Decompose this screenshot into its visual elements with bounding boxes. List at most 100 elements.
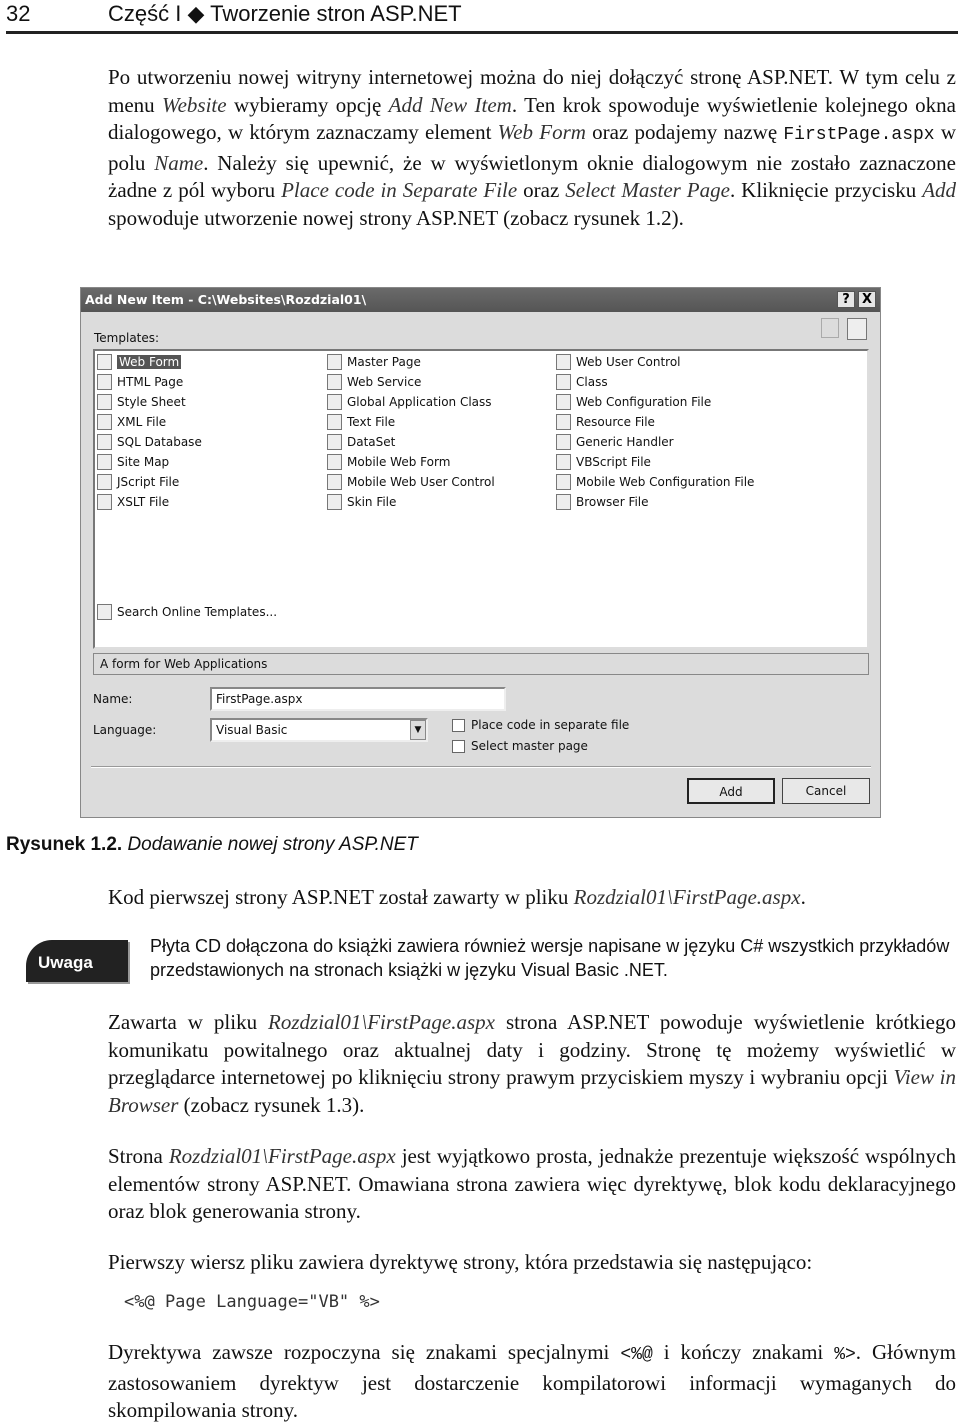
template-file-icon <box>556 374 571 390</box>
template-item[interactable]: SQL Database <box>97 433 202 451</box>
cancel-button[interactable]: Cancel <box>782 778 870 804</box>
template-label: Browser File <box>576 495 649 509</box>
template-item[interactable]: Web Configuration File <box>556 393 711 411</box>
emphasis-text: Rozdzial01\FirstPage.aspx <box>168 1144 396 1168</box>
text: oraz podajemy nazwę <box>585 120 784 144</box>
text: Kod pierwszej strony ASP.NET został zawa… <box>108 885 574 909</box>
template-file-icon <box>556 354 571 370</box>
text: spowoduje utworzenie nowej strony ASP.NE… <box>108 205 684 230</box>
text: oraz <box>517 178 566 202</box>
template-label: Skin File <box>347 495 397 509</box>
add-new-item-dialog: Add New Item - C:\Websites\Rozdzial01\ ?… <box>80 287 881 818</box>
template-label: Site Map <box>117 455 170 469</box>
template-item[interactable]: Resource File <box>556 413 655 431</box>
template-item[interactable]: Web Service <box>327 373 421 391</box>
template-file-icon <box>327 494 342 510</box>
template-file-icon <box>556 434 571 450</box>
text: . <box>800 885 806 909</box>
template-file-icon <box>327 354 342 370</box>
template-item[interactable]: Master Page <box>327 353 421 371</box>
page-header: 32 Część I ◆ Tworzenie stron ASP.NET <box>6 0 958 34</box>
template-file-icon <box>327 394 342 410</box>
chevron-down-icon[interactable]: ▼ <box>410 720 426 740</box>
name-input[interactable]: FirstPage.aspx <box>210 687 506 711</box>
text: Zawarta w pliku <box>108 1010 269 1034</box>
template-file-icon <box>556 494 571 510</box>
template-item[interactable]: Web Form <box>97 353 182 371</box>
add-button[interactable]: Add <box>687 778 775 804</box>
template-item[interactable]: Mobile Web Configuration File <box>556 473 754 491</box>
note-text: Płyta CD dołączona do książki zawiera ró… <box>150 936 950 980</box>
small-icons-view-icon[interactable] <box>847 318 867 340</box>
template-label: DataSet <box>347 435 396 449</box>
select-master-label: Select master page <box>471 739 588 753</box>
text: . Kliknięcie przycisku <box>729 178 923 202</box>
emphasis-text: Place code in Separate File <box>281 178 518 202</box>
template-file-icon <box>97 414 112 430</box>
language-select[interactable]: Visual Basic ▼ <box>210 718 428 742</box>
template-item[interactable]: XSLT File <box>97 493 169 511</box>
template-file-icon <box>556 394 571 410</box>
paragraph: Zawarta w pliku Rozdzial01\FirstPage.asp… <box>108 1009 956 1119</box>
template-label: SQL Database <box>117 435 202 449</box>
note-badge: Uwaga <box>26 940 128 982</box>
text: Pierwszy wiersz pliku zawiera dyrektywę … <box>108 1250 813 1274</box>
template-item[interactable]: XML File <box>97 413 166 431</box>
template-item[interactable]: Mobile Web User Control <box>327 473 495 491</box>
template-file-icon <box>97 374 112 390</box>
template-item[interactable]: Site Map <box>97 453 169 471</box>
place-code-checkbox[interactable] <box>452 719 465 732</box>
help-button[interactable]: ? <box>837 291 855 308</box>
template-label: Generic Handler <box>576 435 674 449</box>
template-label: Web User Control <box>576 355 681 369</box>
running-title: Część I ◆ Tworzenie stron ASP.NET <box>108 1 462 26</box>
template-item[interactable]: Class <box>556 373 608 391</box>
paragraph: Kod pierwszej strony ASP.NET został zawa… <box>108 884 956 912</box>
template-label: XSLT File <box>117 495 170 509</box>
template-item[interactable]: Mobile Web Form <box>327 453 450 471</box>
language-label: Language: <box>93 723 157 737</box>
template-file-icon <box>97 474 112 490</box>
template-label: Class <box>576 375 608 389</box>
template-file-icon <box>327 474 342 490</box>
figure-title: Dodawanie nowej strony ASP.NET <box>127 834 418 855</box>
code-text: <%@ <box>620 1345 653 1365</box>
text: (zobacz rysunek 1.3). <box>178 1092 365 1117</box>
emphasis-text: Add New Item <box>388 92 512 117</box>
template-label: Web Configuration File <box>576 395 712 409</box>
template-item[interactable]: VBScript File <box>556 453 651 471</box>
templates-list[interactable]: Search Online Templates... Web Form HTML … <box>93 349 869 649</box>
template-file-icon <box>97 354 112 370</box>
template-file-icon <box>327 414 342 430</box>
select-master-checkbox[interactable] <box>452 740 465 753</box>
page-number: 32 <box>6 1 31 26</box>
template-item[interactable]: DataSet <box>327 433 395 451</box>
template-label: Web Service <box>347 375 422 389</box>
template-label: VBScript File <box>576 455 651 469</box>
template-file-icon <box>556 414 571 430</box>
close-button[interactable]: X <box>858 291 876 308</box>
template-item[interactable]: Style Sheet <box>97 393 186 411</box>
emphasis-text: Rozdzial01\FirstPage.aspx <box>268 1010 495 1034</box>
template-item[interactable]: Generic Handler <box>556 433 674 451</box>
template-item[interactable]: Global Application Class <box>327 393 492 411</box>
emphasis-text: Name <box>154 150 204 175</box>
template-label: Mobile Web User Control <box>347 475 495 489</box>
template-file-icon <box>327 454 342 470</box>
search-online-templates[interactable]: Search Online Templates... <box>97 603 277 621</box>
template-item[interactable]: HTML Page <box>97 373 183 391</box>
dialog-title: Add New Item - C:\Websites\Rozdzial01\ <box>85 292 367 307</box>
template-item[interactable]: Text File <box>327 413 395 431</box>
template-item[interactable]: Browser File <box>556 493 649 511</box>
paragraph: Strona Rozdzial01\FirstPage.aspx jest wy… <box>108 1143 956 1226</box>
large-icons-view-icon[interactable] <box>821 318 839 338</box>
template-item[interactable]: JScript File <box>97 473 179 491</box>
template-label: Resource File <box>576 415 655 429</box>
template-item[interactable]: Web User Control <box>556 353 681 371</box>
template-item[interactable]: Skin File <box>327 493 396 511</box>
template-file-icon <box>327 434 342 450</box>
code-text: FirstPage.aspx <box>783 125 935 145</box>
search-online-icon <box>97 604 112 620</box>
template-label: Global Application Class <box>347 395 492 409</box>
text: Dyrektywa zawsze rozpoczyna się znakami … <box>108 1340 621 1364</box>
